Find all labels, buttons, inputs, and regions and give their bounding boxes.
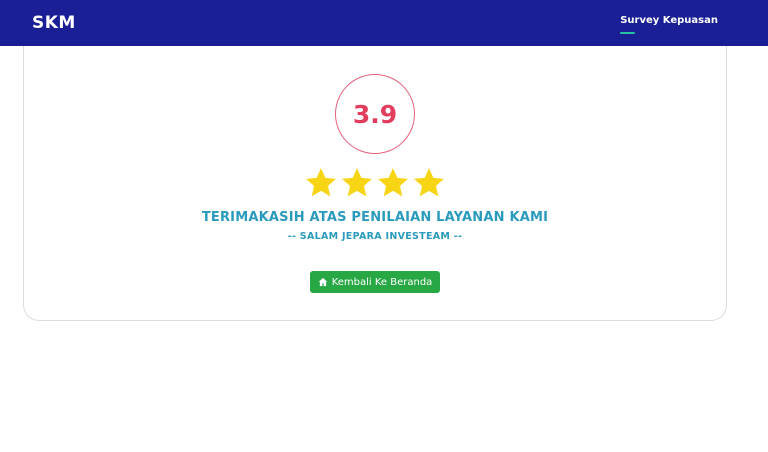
thank-you-title: TERIMAKASIH ATAS PENILAIAN LAYANAN KAMI <box>201 210 549 225</box>
score-circle: 3.9 <box>335 74 415 154</box>
star-icon <box>414 168 444 197</box>
back-to-home-button[interactable]: Kembali Ke Beranda <box>309 271 441 293</box>
back-to-home-label: Kembali Ke Beranda <box>331 276 433 288</box>
star-icon <box>378 168 408 197</box>
nav-link-survey-kepuasan[interactable]: Survey Kepuasan <box>620 14 718 34</box>
star-icon <box>306 168 336 197</box>
top-navbar: SKM Survey Kepuasan <box>0 0 768 46</box>
rating-stars <box>304 166 446 200</box>
star-icon <box>342 168 372 197</box>
score-value: 3.9 <box>352 99 398 129</box>
result-card: 3.9 TERIMAKASIH ATAS PENILAIAN LAYANAN K… <box>23 46 727 321</box>
brand-logo[interactable]: SKM <box>32 13 76 33</box>
home-icon <box>318 277 328 287</box>
active-link-indicator <box>620 31 636 34</box>
thank-you-subtitle: -- SALAM JEPARA INVESTEAM -- <box>287 231 463 242</box>
nav-link-label: Survey Kepuasan <box>620 14 718 26</box>
